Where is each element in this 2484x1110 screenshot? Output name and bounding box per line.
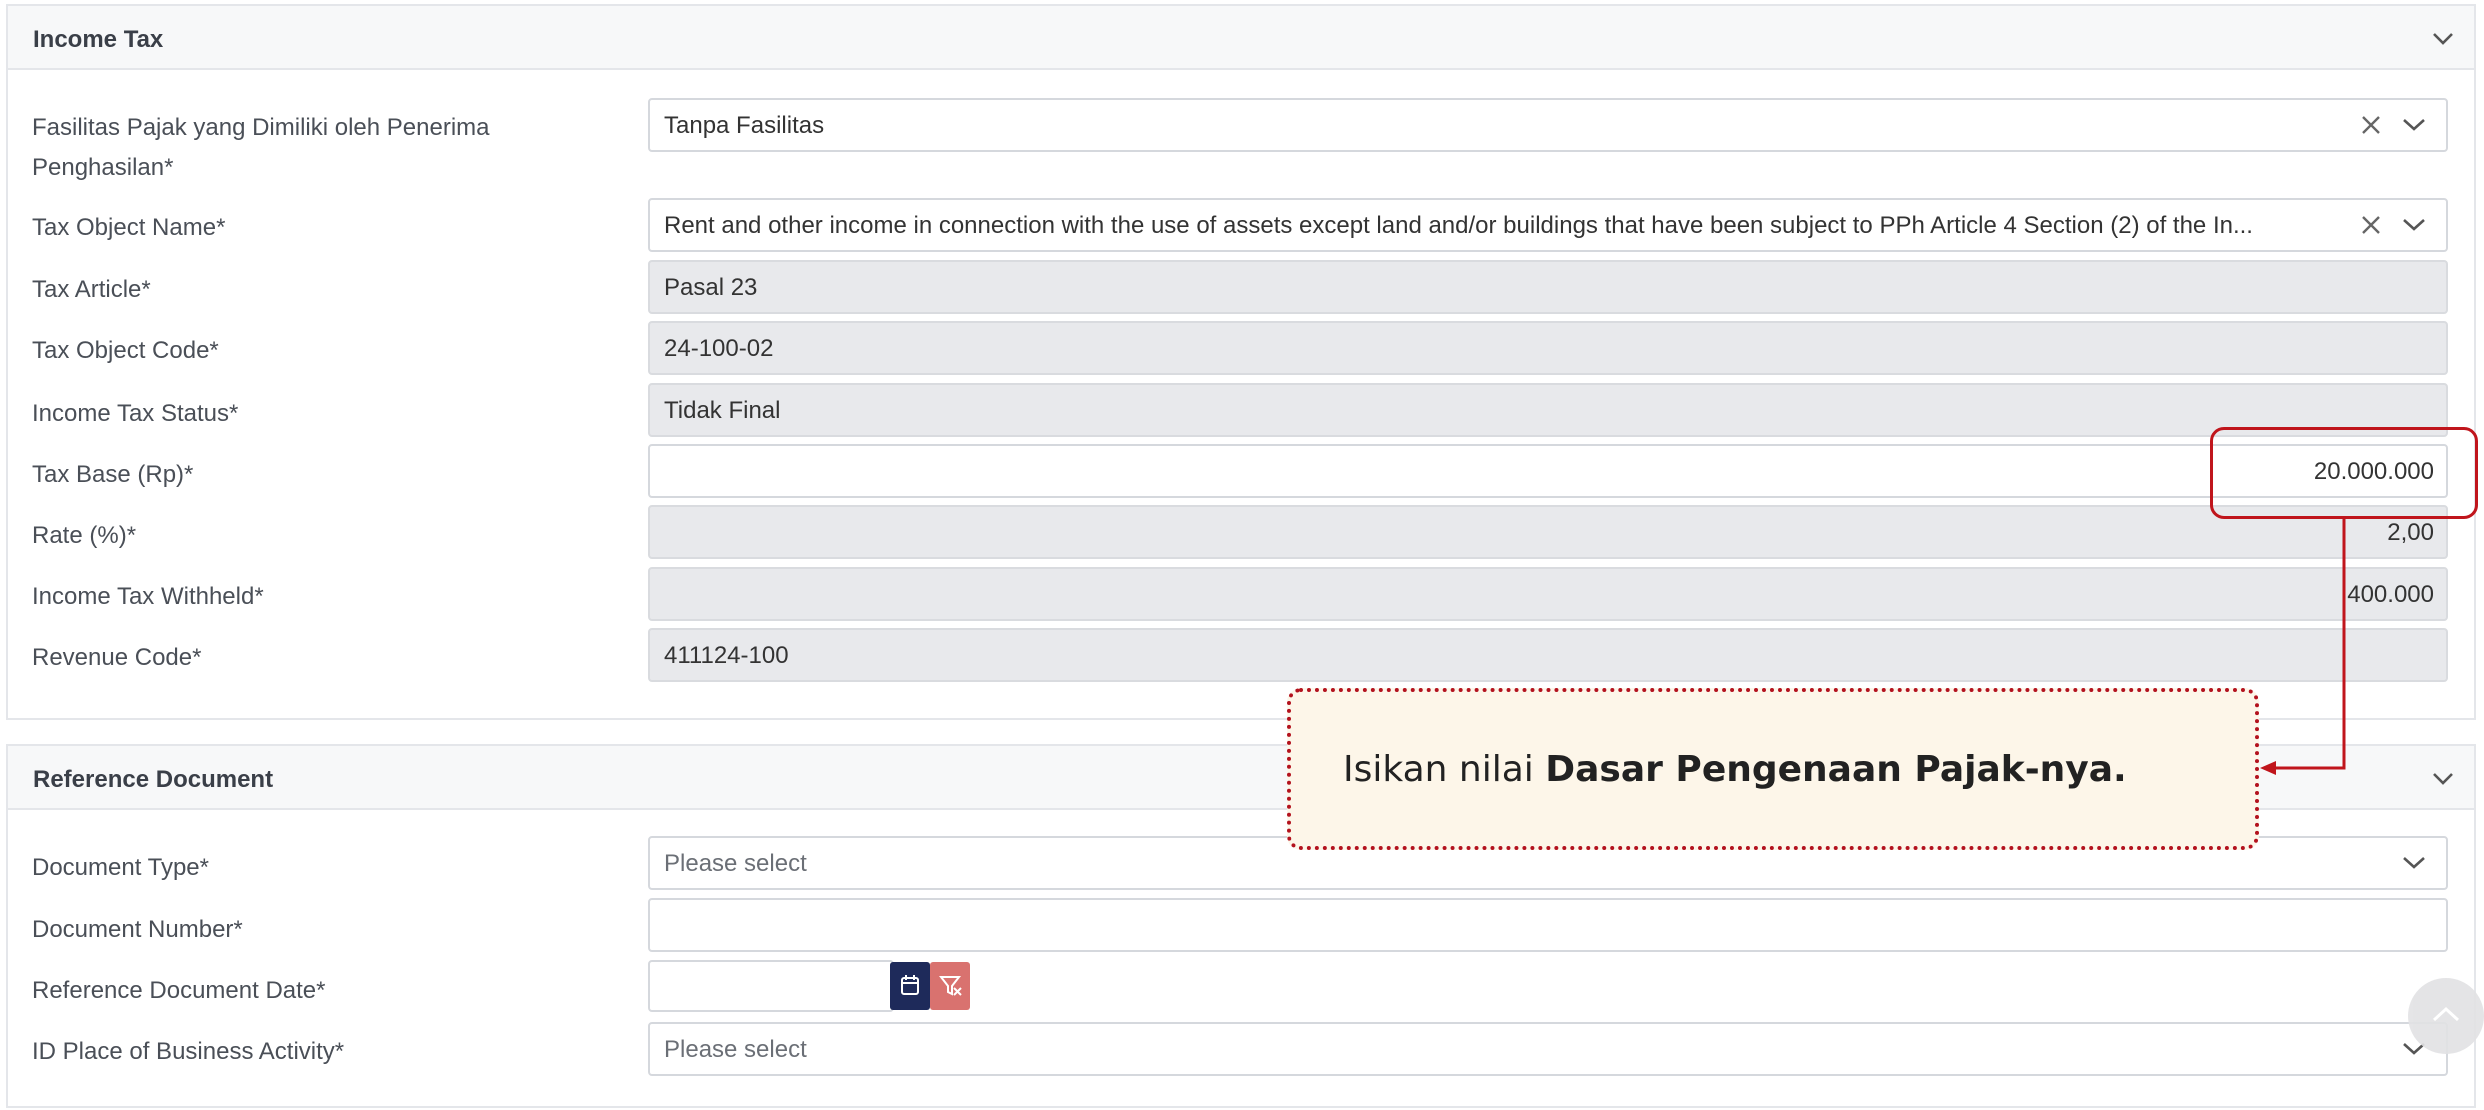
scroll-to-top-button[interactable]: [2408, 978, 2484, 1054]
chevron-up-icon: [2432, 1006, 2460, 1027]
tutorial-callout: Isikan nilai Dasar Pengenaan Pajak-nya.: [1287, 688, 2259, 850]
callout-text: Isikan nilai Dasar Pengenaan Pajak-nya.: [1343, 749, 2127, 790]
callout-text-plain: Isikan nilai: [1343, 749, 1546, 790]
callout-arrow: [2260, 519, 2346, 775]
callout-text-bold: Dasar Pengenaan Pajak-nya.: [1545, 749, 2127, 790]
